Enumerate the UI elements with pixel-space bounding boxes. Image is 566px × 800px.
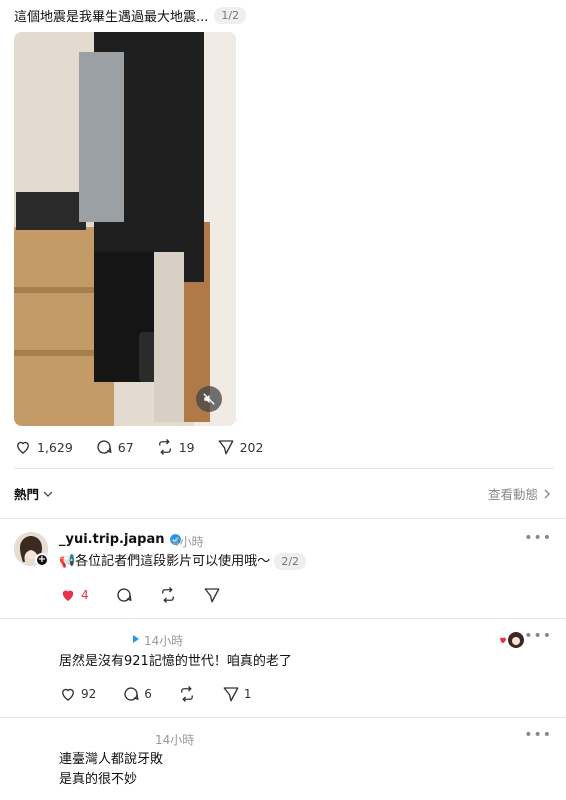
video-frame (14, 32, 236, 426)
reply-text: 居然是沒有921記憶的世代！咱真的老了 (59, 654, 292, 669)
share-button[interactable] (203, 586, 221, 604)
comment-button[interactable]: 6 (122, 685, 152, 703)
repost-button[interactable] (178, 685, 196, 703)
reply-time: 14小時 (155, 733, 195, 747)
share-count: 1 (243, 687, 252, 701)
sort-dropdown[interactable]: 熱門 (14, 484, 53, 503)
like-button[interactable]: 92 (59, 685, 96, 703)
reply-username[interactable]: _yui.trip.japan (59, 532, 182, 547)
like-count: 92 (81, 687, 97, 701)
video-player[interactable] (14, 32, 236, 426)
like-button[interactable]: 1,629 (14, 438, 73, 456)
page-indicator: 1/2 (214, 7, 247, 24)
more-options-button[interactable]: ••• (524, 628, 552, 644)
mute-button[interactable] (196, 386, 222, 412)
follow-plus-icon[interactable]: + (35, 553, 49, 567)
view-activity-label: 查看動態 (487, 487, 538, 502)
divider (14, 468, 554, 469)
repost-count: 19 (178, 439, 195, 455)
like-count: 1,629 (37, 439, 73, 455)
sort-bar: 熱門 查看動態 (14, 484, 552, 503)
post-stats: 1,629 67 19 202 (14, 438, 263, 456)
speaker-muted-icon (203, 393, 215, 405)
share-button[interactable]: 202 (217, 438, 264, 456)
share-button[interactable]: 1 (222, 685, 252, 703)
comment-icon (124, 687, 139, 701)
view-activity-link[interactable]: 查看動態 (488, 484, 552, 503)
divider (0, 618, 566, 619)
username-text: _yui.trip.japan (59, 532, 165, 547)
reply-text-line: 連臺灣人都說牙敗 (59, 752, 164, 767)
send-icon (218, 440, 234, 455)
repost-button[interactable] (159, 586, 177, 604)
author-avatar (508, 632, 524, 648)
reply-actions: 92 6 1 (59, 685, 252, 703)
chevron-right-icon (544, 489, 550, 498)
comment-icon (117, 588, 132, 602)
comment-button[interactable] (115, 586, 133, 604)
heart-icon (17, 441, 29, 454)
heart-icon (62, 688, 74, 701)
repost-icon (180, 686, 193, 702)
reply-time: 14小時 (144, 634, 184, 648)
comment-count: 67 (117, 439, 134, 455)
heart-filled-icon (500, 637, 506, 644)
reply-time: 4小時 (172, 535, 204, 549)
send-icon (223, 687, 239, 702)
send-icon (204, 588, 220, 603)
comment-icon (97, 440, 112, 454)
like-button[interactable]: 4 (59, 586, 89, 604)
sort-label: 熱門 (14, 487, 40, 502)
chevron-down-icon (43, 491, 53, 497)
reply-text: 📢各位記者們這段影片可以使用哦～ 2/2 (59, 552, 307, 572)
repost-icon (158, 439, 171, 455)
heart-filled-icon (62, 590, 74, 601)
more-options-button[interactable]: ••• (524, 727, 552, 743)
page-indicator: 2/2 (274, 553, 307, 570)
post-caption-text: 這個地震是我畢生遇過最大地震... (14, 10, 209, 25)
repost-button[interactable]: 19 (156, 438, 195, 456)
reply-text-line: 是真的很不妙 (59, 772, 138, 787)
reply-actions: 4 (59, 586, 221, 604)
thread-arrow-icon (133, 635, 139, 643)
share-count: 202 (239, 439, 264, 455)
post-caption: 這個地震是我畢生遇過最大地震... 1/2 (14, 6, 247, 25)
reply-text: 連臺灣人都說牙敗 是真的很不妙 (59, 750, 163, 790)
repost-icon (161, 587, 174, 603)
more-options-button[interactable]: ••• (524, 530, 552, 546)
reply-text-content: 📢各位記者們這段影片可以使用哦～ (59, 554, 271, 569)
like-count: 4 (81, 588, 89, 602)
comment-button[interactable]: 67 (95, 438, 134, 456)
divider (0, 717, 566, 718)
author-liked-indicator (498, 632, 524, 648)
divider (0, 518, 566, 519)
comment-count: 6 (144, 687, 152, 701)
